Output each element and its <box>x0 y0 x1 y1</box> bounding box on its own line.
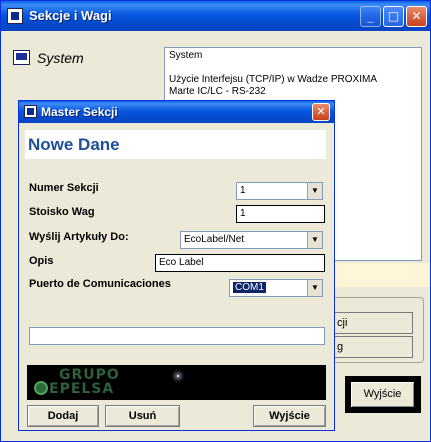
stoisko-wag-field[interactable]: 1 <box>236 205 325 223</box>
progress-bar <box>29 327 325 345</box>
minimize-button[interactable]: _ <box>360 6 381 27</box>
side-button-2[interactable]: g <box>331 336 413 358</box>
dialog-titlebar[interactable]: Master Sekcji ✕ <box>19 101 334 123</box>
wyslij-artykuly-select[interactable]: EcoLabel/Net ▼ <box>180 231 323 249</box>
info-line: Marte IC/LC - RS-232 <box>169 86 266 97</box>
logo-mark-icon <box>34 381 48 395</box>
puerto-value: COM1 <box>233 282 266 293</box>
header-panel: Nowe Dane <box>25 130 326 159</box>
dialog-app-icon <box>24 105 37 118</box>
close-button[interactable]: ✕ <box>406 6 427 27</box>
grupo-epelsa-logo: GRUPO EPELSA <box>27 365 326 400</box>
status-strip <box>331 263 429 287</box>
tree-item-system[interactable]: System <box>37 50 84 66</box>
dialog-header: Nowe Dane <box>28 135 120 154</box>
master-sekcji-dialog: Master Sekcji ✕ Nowe Dane Numer Sekcji 1… <box>18 100 335 431</box>
logo-text-epelsa: EPELSA <box>49 381 115 397</box>
chevron-down-icon[interactable]: ▼ <box>307 280 322 296</box>
numer-sekcji-select[interactable]: 1 ▼ <box>236 182 323 200</box>
wyslij-artykuly-label: Wyślij Artykuły Do: <box>29 231 129 243</box>
numer-sekcji-label: Numer Sekcji <box>29 182 99 194</box>
maximize-button[interactable]: □ <box>383 6 404 27</box>
stoisko-wag-label: Stoisko Wag <box>29 206 95 218</box>
side-button-1[interactable]: cji <box>331 312 413 334</box>
info-line: Użycie Interfejsu (TCP/IP) w Wadze PROXI… <box>169 74 378 85</box>
dialog-close-button[interactable]: ✕ <box>312 103 330 121</box>
add-button[interactable]: Dodaj <box>27 405 99 427</box>
logo-sparkle <box>177 375 179 377</box>
chevron-down-icon[interactable]: ▼ <box>307 183 322 199</box>
puerto-label: Puerto de Comunicaciones <box>29 278 171 290</box>
dialog-title: Master Sekcji <box>41 105 118 119</box>
opis-label: Opis <box>29 255 54 267</box>
app-icon <box>7 8 23 24</box>
delete-button[interactable]: Usuń <box>105 405 180 427</box>
computer-icon <box>13 50 30 65</box>
info-line-blank <box>169 62 417 74</box>
exit-button[interactable]: Wyjście <box>253 405 326 427</box>
main-exit-button[interactable]: Wyjście <box>350 381 415 408</box>
puerto-select[interactable]: COM1 ▼ <box>229 279 323 297</box>
opis-field[interactable]: Eco Label <box>155 254 325 272</box>
wyslij-artykuly-value: EcoLabel/Net <box>184 234 245 245</box>
main-window-title: Sekcje i Wagi <box>29 8 112 23</box>
main-titlebar[interactable]: Sekcje i Wagi _ □ ✕ <box>1 1 430 31</box>
numer-sekcji-value: 1 <box>240 185 246 196</box>
chevron-down-icon[interactable]: ▼ <box>307 232 322 248</box>
info-line: System <box>169 50 203 61</box>
